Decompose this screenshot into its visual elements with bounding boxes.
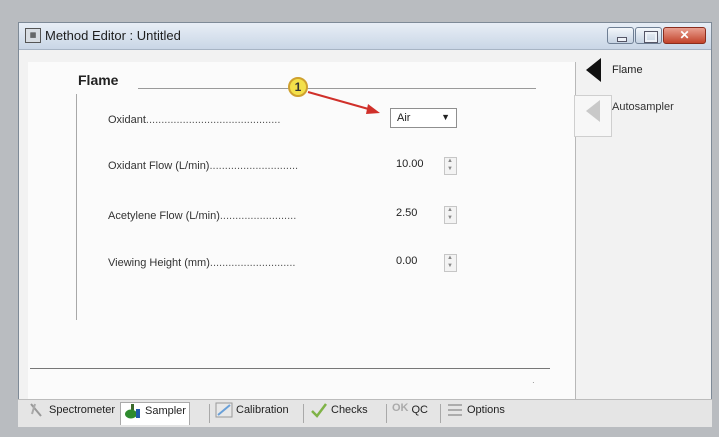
qc-icon: OK <box>392 402 409 414</box>
maximize-button[interactable] <box>635 27 662 44</box>
oxidant-flow-value[interactable]: 10.00 <box>396 158 424 170</box>
side-tab-flame[interactable]: Flame <box>612 64 643 76</box>
oxidant-flow-label-row: Oxidant Flow (L/min)....................… <box>108 160 298 172</box>
tab-calibration[interactable]: Calibration <box>215 402 289 424</box>
acetylene-flow-spinner[interactable] <box>444 206 457 224</box>
tab-separator <box>209 404 210 423</box>
calibration-icon <box>215 402 233 418</box>
leader-dots: ............................. <box>209 160 299 172</box>
leader-dots: ............................ <box>209 257 296 269</box>
viewing-height-spinner[interactable] <box>444 254 457 272</box>
tab-separator <box>440 404 441 423</box>
bottom-tab-bar: Spectrometer Sampler Calibration Checks … <box>18 399 712 427</box>
app-icon: ▦ <box>25 28 41 43</box>
leader-dots: ......................... <box>219 210 297 222</box>
resize-dot: · <box>532 378 535 387</box>
tab-qc[interactable]: OK QC <box>392 402 428 424</box>
checks-icon <box>311 403 327 418</box>
section-title: Flame <box>78 72 119 88</box>
acetylene-flow-label: Acetylene Flow (L/min) <box>108 210 220 222</box>
acetylene-flow-value[interactable]: 2.50 <box>396 207 417 219</box>
oxidant-flow-spinner[interactable] <box>444 157 457 175</box>
oxidant-label: Oxidant <box>108 114 146 126</box>
minimize-button[interactable] <box>607 27 634 44</box>
oxidant-dropdown[interactable]: Air ▼ <box>390 108 457 128</box>
tab-separator <box>303 404 304 423</box>
options-icon <box>448 404 462 416</box>
tab-sampler[interactable]: Sampler <box>120 402 190 425</box>
tab-options[interactable]: Options <box>446 402 505 424</box>
oxidant-flow-label: Oxidant Flow (L/min) <box>108 160 210 172</box>
close-button[interactable] <box>663 27 706 44</box>
flame-panel: Flame Oxidant...........................… <box>28 62 576 403</box>
viewing-height-label-row: Viewing Height (mm).....................… <box>108 257 295 269</box>
dropdown-arrow-icon[interactable]: ▼ <box>441 112 450 122</box>
side-tab-autosampler[interactable]: Autosampler <box>612 101 674 113</box>
acetylene-flow-label-row: Acetylene Flow (L/min)..................… <box>108 210 296 222</box>
leader-dots: ........................................… <box>145 114 281 126</box>
flame-group-box <box>76 94 537 320</box>
viewing-height-label: Viewing Height (mm) <box>108 257 210 269</box>
tab-checks[interactable]: Checks <box>310 402 368 424</box>
oxidant-label-row: Oxidant.................................… <box>108 114 280 126</box>
autosampler-tab-arrow-icon[interactable] <box>586 100 600 122</box>
bottom-divider <box>30 368 550 369</box>
tab-spectrometer[interactable]: Spectrometer <box>28 402 115 424</box>
section-divider <box>138 88 536 89</box>
viewing-height-value[interactable]: 0.00 <box>396 255 417 267</box>
title-bar: ▦ Method Editor : Untitled <box>19 23 711 50</box>
flame-tab-arrow-icon[interactable] <box>586 58 601 82</box>
oxidant-value: Air <box>397 112 411 124</box>
callout-marker: 1 <box>288 77 308 97</box>
sampler-icon <box>125 404 140 419</box>
tab-separator <box>386 404 387 423</box>
spectrometer-icon <box>30 403 42 417</box>
window-title: Method Editor : Untitled <box>45 28 181 43</box>
